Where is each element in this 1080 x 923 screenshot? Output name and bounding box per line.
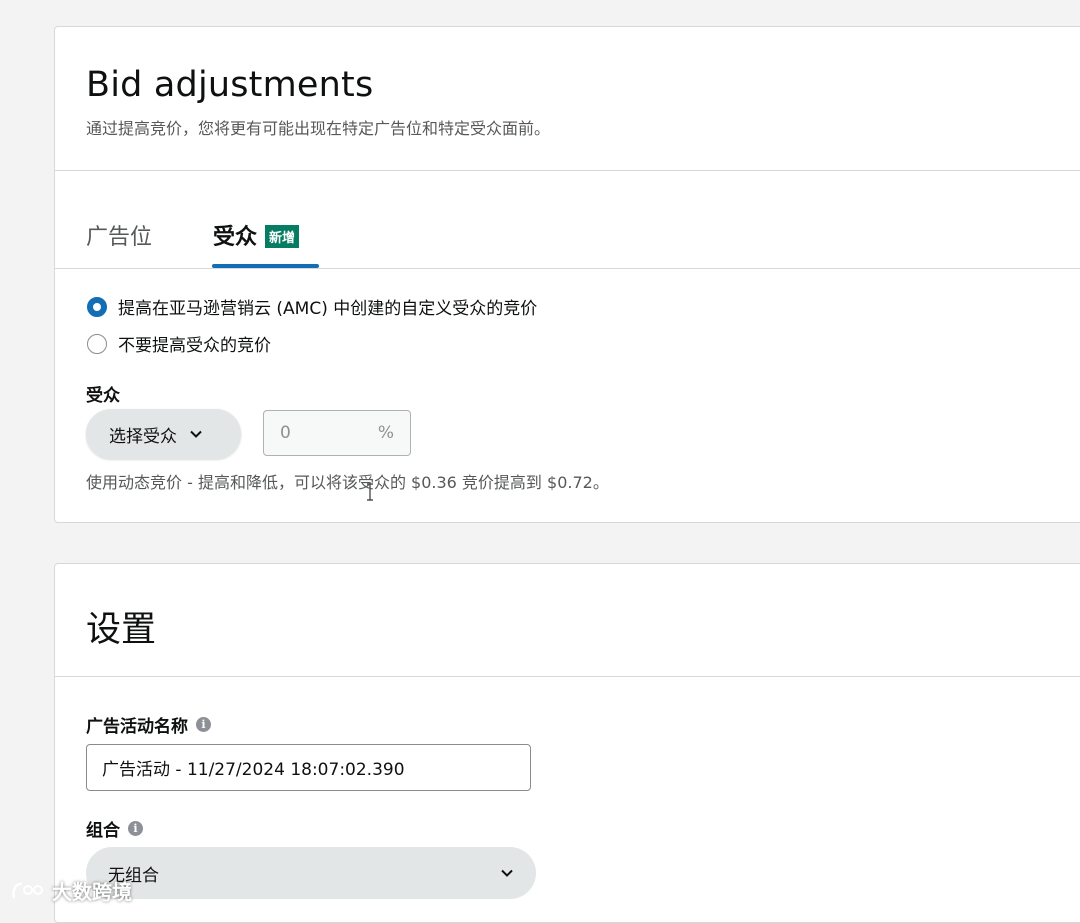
radio-no-boost[interactable]: 不要提高受众的竞价 xyxy=(87,331,271,356)
chevron-down-icon xyxy=(501,869,513,877)
watermark-text: 大数跨境 xyxy=(52,880,132,904)
select-audience-dropdown[interactable]: 选择受众 xyxy=(86,409,241,459)
bid-adjustments-title: Bid adjustments xyxy=(86,65,374,105)
portfolio-label: 组合 i xyxy=(86,816,143,841)
settings-card: 设置 广告活动名称 i 广告活动 - 11/27/2024 18:07:02.3… xyxy=(54,563,1080,923)
percent-value: 0 xyxy=(280,423,291,443)
tab-placement[interactable]: 广告位 xyxy=(86,219,152,251)
dynamic-bid-hint: 使用动态竞价 - 提高和降低，可以将该受众的 $0.36 竞价提高到 $0.72… xyxy=(86,473,609,492)
chevron-down-icon xyxy=(190,430,202,438)
tab-audience-label: 受众 xyxy=(213,225,258,250)
settings-divider xyxy=(55,676,1080,677)
campaign-name-label-text: 广告活动名称 xyxy=(86,717,188,737)
bid-adjustments-subtitle: 通过提高竞价，您将更有可能出现在特定广告位和特定受众面前。 xyxy=(86,119,551,138)
radio-boost-amc[interactable]: 提高在亚马逊营销云 (AMC) 中创建的自定义受众的竞价 xyxy=(87,294,537,319)
bid-adjustments-card: Bid adjustments 通过提高竞价，您将更有可能出现在特定广告位和特定… xyxy=(54,26,1080,523)
divider xyxy=(55,170,1080,171)
info-icon[interactable]: i xyxy=(196,717,211,732)
campaign-name-input[interactable]: 广告活动 - 11/27/2024 18:07:02.390 xyxy=(86,744,531,791)
tab-placement-label: 广告位 xyxy=(86,225,153,250)
watermark-logo-icon xyxy=(12,882,43,898)
campaign-name-label: 广告活动名称 i xyxy=(86,712,211,737)
portfolio-dropdown[interactable]: 无组合 xyxy=(86,847,536,899)
campaign-name-value: 广告活动 - 11/27/2024 18:07:02.390 xyxy=(102,760,405,780)
settings-title: 设置 xyxy=(86,610,157,650)
portfolio-label-text: 组合 xyxy=(86,821,120,841)
percent-unit: % xyxy=(377,423,394,443)
tabs-divider xyxy=(55,268,1080,269)
radio-checked-icon[interactable] xyxy=(87,296,107,317)
radio-unchecked-icon[interactable] xyxy=(87,333,107,354)
watermark: 大数跨境 xyxy=(10,876,132,905)
audience-label: 受众 xyxy=(86,386,120,406)
radio-boost-amc-label: 提高在亚马逊营销云 (AMC) 中创建的自定义受众的竞价 xyxy=(118,299,538,319)
percent-input[interactable]: 0 % xyxy=(263,410,411,456)
select-audience-label: 选择受众 xyxy=(109,426,177,447)
tab-audience[interactable]: 受众 新增 xyxy=(213,219,300,251)
info-icon[interactable]: i xyxy=(128,821,143,836)
radio-no-boost-label: 不要提高受众的竞价 xyxy=(118,336,271,356)
new-badge: 新增 xyxy=(265,224,300,248)
